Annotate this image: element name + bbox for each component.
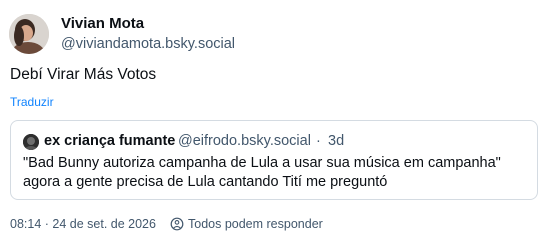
reply-settings-label[interactable]: Todos podem responder [188, 217, 323, 231]
reply-settings-icon [170, 217, 184, 231]
quote-avatar-photo-icon [23, 134, 39, 150]
author-avatar[interactable] [9, 14, 49, 54]
post-thread-item: Vivian Mota @viviandamota.bsky.social De… [0, 0, 555, 242]
translate-link[interactable]: Traduzir [10, 95, 54, 109]
quote-author-avatar [23, 134, 39, 150]
quoted-post-card[interactable]: ex criança fumante @eifrodo.bsky.social … [10, 120, 538, 200]
quote-author-display-name: ex criança fumante [44, 133, 176, 149]
quote-text-line-1: "Bad Bunny autoriza campanha de Lula a u… [23, 155, 501, 171]
quote-text-line-2: agora a gente precisa de Lula cantando T… [23, 174, 388, 190]
post-timestamp: 08:14 · 24 de set. de 2026 [10, 217, 156, 231]
author-display-name[interactable]: Vivian Mota [61, 15, 144, 32]
author-handle[interactable]: @viviandamota.bsky.social [61, 36, 235, 52]
quote-separator: · [316, 133, 321, 149]
avatar-photo-icon [9, 14, 49, 54]
post-text: Debí Virar Más Votos [10, 66, 157, 83]
quote-timestamp: 3d [328, 133, 345, 149]
quote-author-handle: @eifrodo.bsky.social [178, 133, 311, 149]
